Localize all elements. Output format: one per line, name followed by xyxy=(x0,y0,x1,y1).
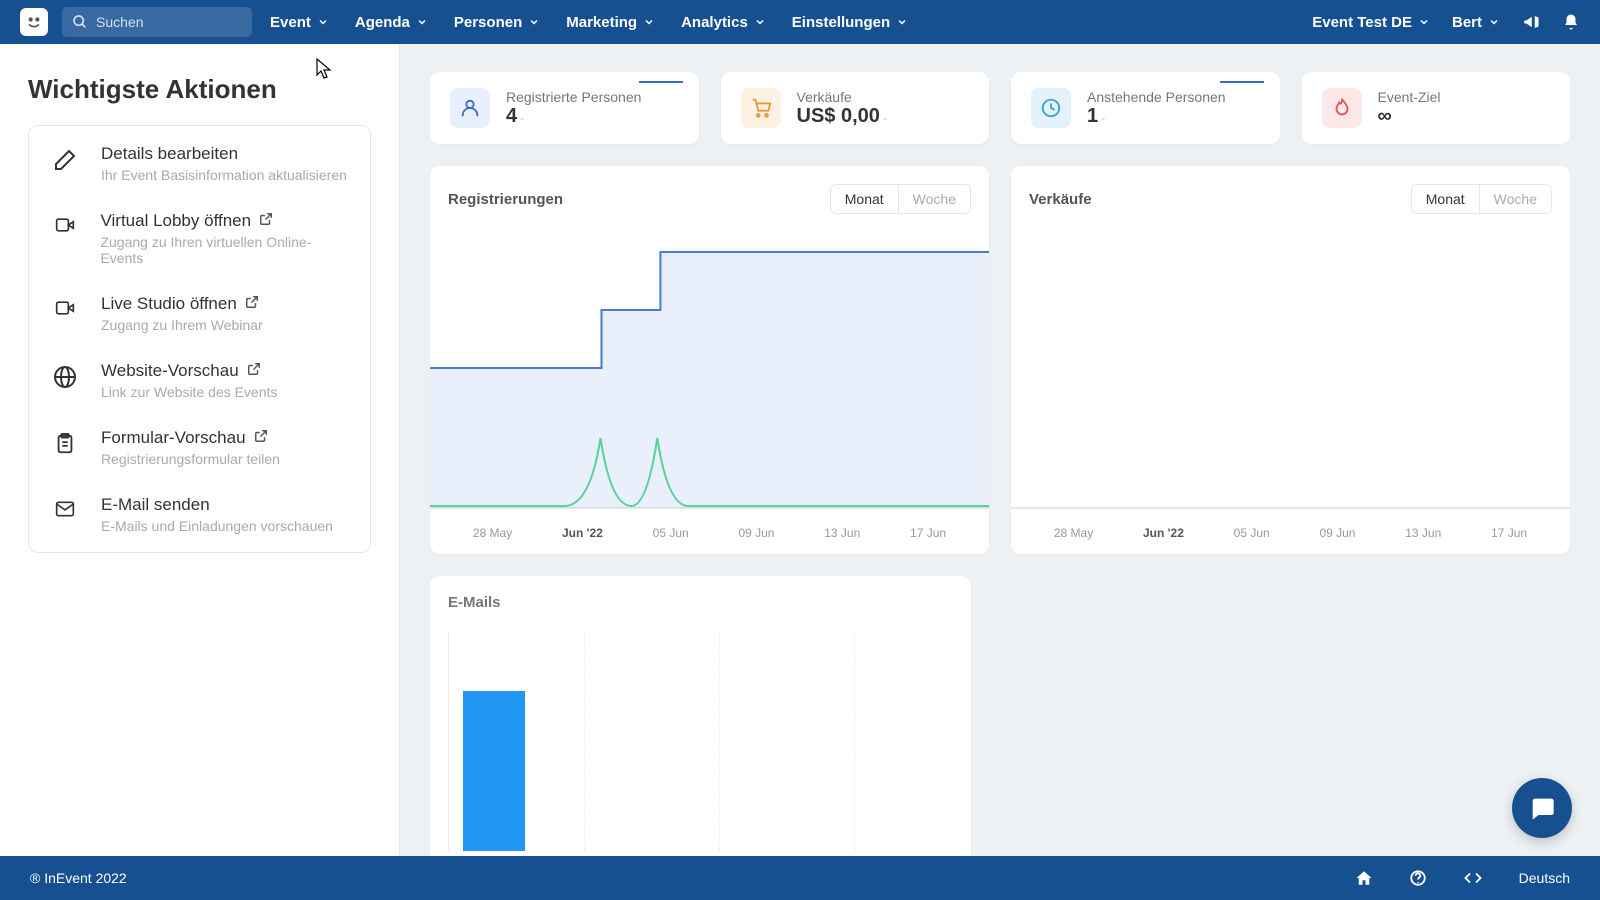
stat-card[interactable]: Event-Ziel ∞ xyxy=(1302,72,1571,144)
action-subtitle: Zugang zu Ihren virtuellen Online-Events xyxy=(100,234,350,266)
nav-analytics[interactable]: Analytics xyxy=(681,14,766,31)
toggle-month[interactable]: Monat xyxy=(831,185,899,213)
right-nav: Event Test DE Bert xyxy=(1312,13,1580,31)
external-link-icon xyxy=(247,361,261,381)
stat-card[interactable]: Anstehende Personen 1- xyxy=(1011,72,1280,144)
search-wrap xyxy=(62,7,252,37)
stat-label: Verkäufe xyxy=(797,89,970,105)
app-logo[interactable] xyxy=(20,8,48,36)
action-title: Live Studio öffnen xyxy=(101,294,263,314)
video-icon xyxy=(49,298,81,318)
toggle-week[interactable]: Woche xyxy=(899,185,970,213)
event-selector[interactable]: Event Test DE xyxy=(1312,14,1430,31)
toggle-month[interactable]: Monat xyxy=(1412,185,1480,213)
chart-sales: Verkäufe Monat Woche 28 May Jun '22 05 J… xyxy=(1011,166,1570,554)
action-subtitle: Ihr Event Basisinformation aktualisieren xyxy=(101,167,347,183)
chart-canvas xyxy=(430,228,989,518)
action-subtitle: Registrierungsformular teilen xyxy=(101,451,280,467)
globe-icon xyxy=(49,365,81,389)
chevron-down-icon xyxy=(896,16,908,28)
nav-personen[interactable]: Personen xyxy=(454,14,540,31)
home-icon[interactable] xyxy=(1355,869,1373,887)
chart-emails: E-Mails xyxy=(430,576,971,856)
action-subtitle: E-Mails und Einladungen vorschauen xyxy=(101,518,333,534)
cart-icon xyxy=(741,88,781,128)
mail-icon xyxy=(49,499,81,519)
stats-row: Registrierte Personen 4- Verkäufe US$ 0,… xyxy=(430,72,1570,144)
action-title: E-Mail senden xyxy=(101,495,333,515)
action-item[interactable]: Live Studio öffnen Zugang zu Ihrem Webin… xyxy=(29,280,370,347)
action-title: Details bearbeiten xyxy=(101,144,347,164)
chevron-down-icon xyxy=(754,16,766,28)
nav-event[interactable]: Event xyxy=(270,14,329,31)
nav-einstellungen[interactable]: Einstellungen xyxy=(792,14,908,31)
nav-agenda[interactable]: Agenda xyxy=(355,14,428,31)
code-icon[interactable] xyxy=(1463,869,1483,887)
search-input[interactable] xyxy=(62,7,252,37)
action-item[interactable]: Virtual Lobby öffnen Zugang zu Ihren vir… xyxy=(29,197,370,280)
edit-icon xyxy=(49,148,81,172)
action-subtitle: Zugang zu Ihrem Webinar xyxy=(101,317,263,333)
action-item[interactable]: Details bearbeiten Ihr Event Basisinform… xyxy=(29,130,370,197)
user-menu[interactable]: Bert xyxy=(1452,14,1500,31)
fire-icon xyxy=(1322,88,1362,128)
chart-title: Verkäufe xyxy=(1029,191,1092,208)
chevron-down-icon xyxy=(643,16,655,28)
stat-label: Event-Ziel xyxy=(1378,89,1551,105)
external-link-icon xyxy=(259,211,273,231)
chevron-down-icon xyxy=(1418,16,1430,28)
action-title: Website-Vorschau xyxy=(101,361,277,381)
main-nav: Event Agenda Personen Marketing Analytic… xyxy=(270,14,908,31)
user-icon xyxy=(450,88,490,128)
megaphone-icon[interactable] xyxy=(1522,13,1540,31)
stat-card[interactable]: Registrierte Personen 4- xyxy=(430,72,699,144)
chat-icon xyxy=(1528,794,1556,822)
chat-launcher[interactable] xyxy=(1512,778,1572,838)
action-item[interactable]: Formular-Vorschau Registrierungsformular… xyxy=(29,414,370,481)
action-item[interactable]: E-Mail senden E-Mails und Einladungen vo… xyxy=(29,481,370,548)
chevron-down-icon xyxy=(416,16,428,28)
main-content: Registrierte Personen 4- Verkäufe US$ 0,… xyxy=(400,44,1600,856)
stat-value: US$ 0,00- xyxy=(797,105,970,128)
actions-list: Details bearbeiten Ihr Event Basisinform… xyxy=(28,125,371,553)
x-axis: 28 May Jun '22 05 Jun 09 Jun 13 Jun 17 J… xyxy=(430,518,989,540)
x-axis: 28 May Jun '22 05 Jun 09 Jun 13 Jun 17 J… xyxy=(1011,518,1570,540)
chevron-down-icon xyxy=(528,16,540,28)
action-title: Virtual Lobby öffnen xyxy=(100,211,350,231)
action-item[interactable]: Website-Vorschau Link zur Website des Ev… xyxy=(29,347,370,414)
chart-canvas xyxy=(1011,228,1570,518)
sidebar: Wichtigste Aktionen Details bearbeiten I… xyxy=(0,44,400,856)
help-icon[interactable] xyxy=(1409,869,1427,887)
bell-icon[interactable] xyxy=(1562,13,1580,31)
search-icon xyxy=(72,14,88,30)
stat-value: ∞ xyxy=(1378,105,1551,128)
footer-bar: ® InEvent 2022 Deutsch xyxy=(0,856,1600,900)
clock-icon xyxy=(1031,88,1071,128)
chart-title: Registrierungen xyxy=(448,191,563,208)
stat-card[interactable]: Verkäufe US$ 0,00- xyxy=(721,72,990,144)
video-icon xyxy=(49,215,80,235)
stat-value: 1- xyxy=(1087,105,1260,128)
sparkline xyxy=(639,81,683,95)
chart-title: E-Mails xyxy=(448,594,953,611)
top-nav: Event Agenda Personen Marketing Analytic… xyxy=(0,0,1600,44)
action-title: Formular-Vorschau xyxy=(101,428,280,448)
time-toggle: Monat Woche xyxy=(830,184,971,214)
chevron-down-icon xyxy=(317,16,329,28)
language-selector[interactable]: Deutsch xyxy=(1519,870,1570,886)
clipboard-icon xyxy=(49,432,81,456)
nav-marketing[interactable]: Marketing xyxy=(566,14,655,31)
chevron-down-icon xyxy=(1488,16,1500,28)
external-link-icon xyxy=(245,294,259,314)
sparkline xyxy=(1220,81,1264,95)
sidebar-title: Wichtigste Aktionen xyxy=(28,74,371,105)
copyright: ® InEvent 2022 xyxy=(30,870,127,886)
action-subtitle: Link zur Website des Events xyxy=(101,384,277,400)
time-toggle: Monat Woche xyxy=(1411,184,1552,214)
external-link-icon xyxy=(254,428,268,448)
toggle-week[interactable]: Woche xyxy=(1480,185,1551,213)
chart-registrations: Registrierungen Monat Woche 28 May xyxy=(430,166,989,554)
chart-canvas xyxy=(448,631,953,851)
stat-value: 4- xyxy=(506,105,679,128)
